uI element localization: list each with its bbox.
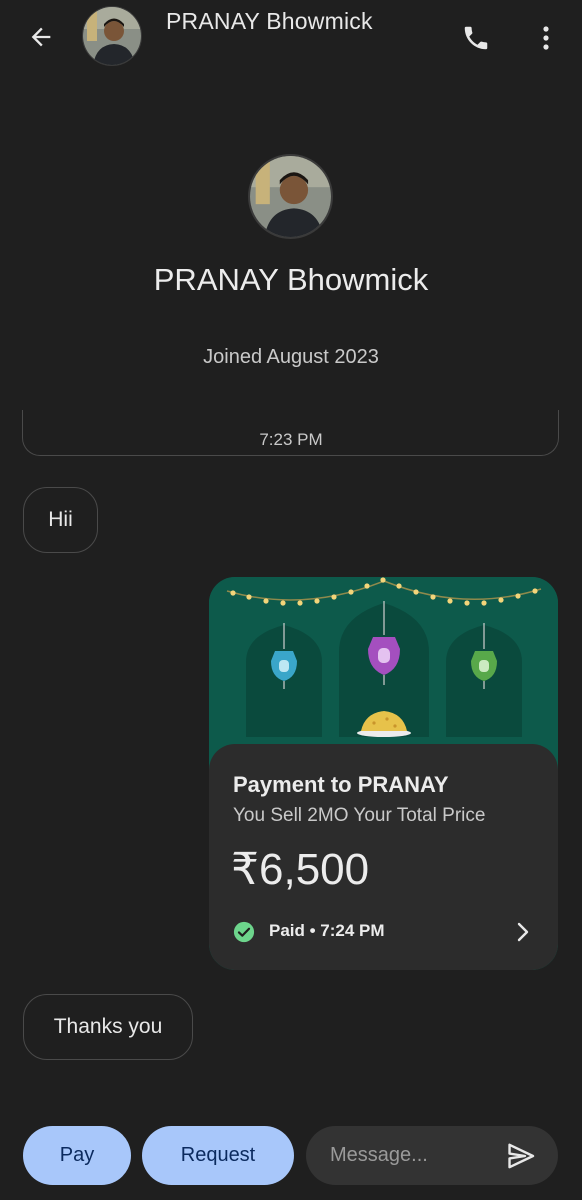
message-text: Thanks you (53, 1015, 163, 1038)
send-button[interactable] (502, 1137, 540, 1175)
payment-card[interactable]: Payment to PRANAY You Sell 2MO Your Tota… (209, 577, 558, 970)
profile-avatar[interactable] (248, 154, 333, 239)
avatar[interactable] (82, 6, 142, 66)
composer-bar: Pay Request (0, 1118, 582, 1200)
payment-note: You Sell 2MO Your Total Price (233, 805, 486, 826)
avatar-photo (250, 156, 331, 237)
payment-amount: ₹6,500 (231, 845, 370, 894)
payment-details: Payment to PRANAY You Sell 2MO Your Tota… (209, 744, 558, 970)
payment-status: Paid • 7:24 PM (269, 921, 385, 940)
call-button[interactable] (455, 17, 497, 59)
message-bubble-incoming[interactable]: Hii (23, 487, 98, 553)
joined-date: Joined August 2023 (203, 346, 379, 368)
send-icon (508, 1143, 535, 1169)
phone-icon (464, 26, 488, 50)
message-box[interactable] (306, 1126, 558, 1185)
chevron-right-icon (517, 922, 529, 942)
message-bubble-incoming[interactable]: Thanks you (23, 994, 193, 1060)
avatar-photo (83, 7, 141, 65)
time-divider-label: 7:23 PM (230, 428, 352, 452)
check-circle-icon (233, 921, 255, 943)
message-input[interactable] (330, 1126, 500, 1185)
contact-name[interactable]: PRANAY Bhowmick (166, 8, 373, 35)
request-button[interactable]: Request (142, 1126, 294, 1185)
more-vert-icon (543, 26, 549, 50)
back-button[interactable] (20, 18, 62, 56)
more-options-button[interactable] (530, 17, 562, 59)
profile-name: PRANAY Bhowmick (153, 262, 429, 297)
payment-title: Payment to PRANAY (233, 772, 449, 797)
message-text: Hii (48, 508, 73, 531)
arrow-left-icon (31, 27, 51, 47)
top-app-bar: PRANAY Bhowmick (0, 0, 582, 80)
pay-button[interactable]: Pay (23, 1126, 131, 1185)
payment-details-chevron[interactable] (511, 918, 535, 946)
